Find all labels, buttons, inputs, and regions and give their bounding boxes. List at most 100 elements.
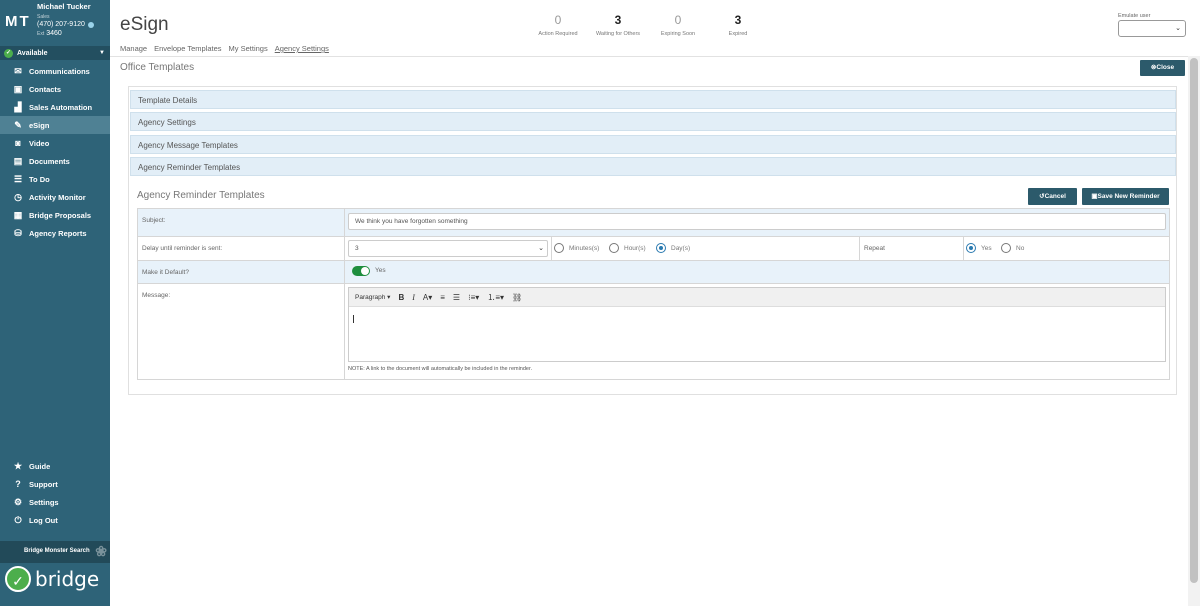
- phone-status-icon: [87, 21, 94, 28]
- document-box-icon: ▤: [13, 155, 23, 166]
- octopus-icon: ❀: [95, 543, 107, 559]
- cancel-button-label: Cancel: [1044, 193, 1066, 200]
- message-editor[interactable]: Paragraph ▾ B I A▾ ≡ ☰ ⁝≡▾ ⒈≡▾ ⛓: [348, 287, 1166, 362]
- subnav-agency-settings[interactable]: Agency Settings: [275, 44, 329, 53]
- radio-days[interactable]: Day(s): [656, 243, 690, 253]
- sidebar-item-label: To Do: [29, 174, 50, 184]
- accordion-template-details[interactable]: Template Details: [130, 90, 1176, 109]
- page-title: Office Templates: [120, 62, 195, 73]
- header-divider: [110, 56, 1188, 57]
- app-title: eSign: [120, 14, 169, 35]
- envelope-stats: 0 Action Required 3 Waiting for Others 0 Ex…: [528, 13, 768, 37]
- text-cursor: [353, 315, 354, 323]
- table-icon: ▦: [13, 209, 23, 220]
- user-card[interactable]: MT Michael Tucker Sales (470) 207-9120 E…: [0, 0, 110, 46]
- stat-waiting-for-others[interactable]: 3 Waiting for Others: [588, 13, 648, 37]
- stat-expired[interactable]: 3 Expired: [708, 13, 768, 37]
- delay-select[interactable]: 3 ⌄: [348, 240, 548, 257]
- bridge-logo: ✓ bridge: [5, 566, 99, 592]
- radio-hours[interactable]: Hour(s): [609, 243, 646, 253]
- scrollbar-thumb[interactable]: [1190, 58, 1198, 583]
- sidebar-item-activity-monitor[interactable]: ◷ Activity Monitor: [0, 188, 110, 206]
- subject-input[interactable]: We think you have forgotten something: [348, 213, 1166, 230]
- close-button[interactable]: ⊗Close: [1140, 60, 1185, 76]
- text-color-icon[interactable]: A▾: [423, 293, 432, 302]
- stat-value: 0: [674, 13, 682, 27]
- numbered-list-icon[interactable]: ⒈≡▾: [487, 292, 504, 303]
- default-toggle[interactable]: [352, 266, 370, 276]
- emulate-user-select[interactable]: ⌄: [1118, 20, 1186, 37]
- bullet-list-icon[interactable]: ⁝≡▾: [468, 293, 479, 302]
- message-row: Message: Paragraph ▾ B I A▾ ≡ ☰ ⁝≡▾ ⒈≡▾ …: [138, 284, 1169, 380]
- logo-check-icon: ✓: [5, 566, 31, 592]
- radio-repeat-no[interactable]: No: [1001, 243, 1024, 253]
- sidebar-item-label: Agency Reports: [29, 228, 87, 238]
- sidebar-item-label: Settings: [29, 497, 59, 507]
- sidebar-item-to-do[interactable]: ☰ To Do: [0, 170, 110, 188]
- cell-divider: [859, 237, 860, 260]
- format-dropdown[interactable]: Paragraph ▾: [355, 293, 390, 301]
- sidebar-item-label: Contacts: [29, 84, 62, 94]
- list-icon: ☰: [13, 173, 23, 184]
- sidebar-item-label: Support: [29, 479, 58, 489]
- subject-label: Subject:: [138, 209, 345, 236]
- bold-icon[interactable]: B: [398, 293, 404, 302]
- subnav-manage[interactable]: Manage: [120, 44, 147, 53]
- subnav-envelope-templates[interactable]: Envelope Templates: [154, 44, 221, 53]
- scrollbar[interactable]: [1188, 56, 1200, 606]
- accordion-agency-message-templates[interactable]: Agency Message Templates: [130, 135, 1176, 154]
- subnav: Manage Envelope Templates My Settings Ag…: [120, 44, 329, 53]
- sidebar-item-documents[interactable]: ▤ Documents: [0, 152, 110, 170]
- sidebar-item-settings[interactable]: ⚙ Settings: [0, 493, 110, 511]
- accordion-agency-settings[interactable]: Agency Settings: [130, 112, 1176, 131]
- sidebar-item-label: Bridge Proposals: [29, 210, 92, 220]
- accordion-agency-reminder-templates[interactable]: Agency Reminder Templates: [130, 157, 1176, 176]
- sidebar-item-label: eSign: [29, 120, 50, 130]
- cancel-button[interactable]: ↺Cancel: [1028, 188, 1077, 205]
- availability-dropdown[interactable]: ✓ Available ▼: [0, 46, 110, 60]
- radio-minutes[interactable]: Minutes(s): [554, 243, 599, 253]
- save-new-reminder-button[interactable]: ▣Save New Reminder: [1082, 188, 1169, 205]
- radio-label: Yes: [981, 244, 992, 252]
- align-left-icon[interactable]: ≡: [440, 293, 445, 302]
- radio-label: Minutes(s): [569, 244, 600, 252]
- sidebar-item-label: Sales Automation: [29, 102, 93, 112]
- italic-icon[interactable]: I: [412, 293, 415, 302]
- sidebar: MT Michael Tucker Sales (470) 207-9120 E…: [0, 0, 110, 606]
- repeat-label: Repeat: [864, 245, 885, 252]
- camera-icon: ◙: [15, 138, 21, 148]
- stat-value: 3: [734, 13, 742, 27]
- link-icon[interactable]: ⛓: [512, 293, 522, 302]
- sidebar-item-label: Log Out: [29, 515, 58, 525]
- availability-label: Available: [17, 49, 48, 57]
- sidebar-item-support[interactable]: ? Support: [0, 475, 110, 493]
- envelope-icon: ✉: [14, 65, 22, 76]
- sidebar-item-bridge-proposals[interactable]: ▦ Bridge Proposals: [0, 206, 110, 224]
- delay-label: Delay until reminder is sent:: [138, 237, 345, 260]
- stat-expiring-soon[interactable]: 0 Expiring Soon: [648, 13, 708, 37]
- radio-label: Hour(s): [624, 244, 646, 252]
- stat-action-required[interactable]: 0 Action Required: [528, 13, 588, 37]
- default-label: Make it Default?: [138, 261, 345, 283]
- radio-repeat-yes[interactable]: Yes: [966, 243, 992, 253]
- stat-label: Expiring Soon: [660, 31, 696, 37]
- emulate-user: Emulate user ⌄: [1118, 13, 1186, 37]
- bridge-monster-search[interactable]: Bridge Monster Search ❀: [0, 541, 110, 563]
- editor-note: NOTE: A link to the document will automa…: [348, 366, 533, 372]
- star-icon: ★: [13, 460, 23, 471]
- monster-search-label: Bridge Monster Search: [24, 548, 90, 554]
- sidebar-item-sales-automation[interactable]: ▟ Sales Automation: [0, 98, 110, 116]
- subnav-my-settings[interactable]: My Settings: [229, 44, 268, 53]
- editor-toolbar: Paragraph ▾ B I A▾ ≡ ☰ ⁝≡▾ ⒈≡▾ ⛓: [349, 288, 1165, 307]
- sidebar-item-log-out[interactable]: ⏻ Log Out: [0, 511, 110, 529]
- sidebar-item-guide[interactable]: ★ Guide: [0, 457, 110, 475]
- chevron-down-icon: ⌄: [538, 245, 544, 252]
- sidebar-item-agency-reports[interactable]: ⛁ Agency Reports: [0, 224, 110, 242]
- sidebar-item-communications[interactable]: ✉ Communications: [0, 62, 110, 80]
- emulate-user-label: Emulate user: [1118, 13, 1151, 19]
- align-center-icon[interactable]: ☰: [453, 293, 460, 302]
- sidebar-item-esign[interactable]: ✎ eSign: [0, 116, 110, 134]
- database-icon: ⛁: [14, 227, 22, 238]
- sidebar-item-contacts[interactable]: ▣ Contacts: [0, 80, 110, 98]
- sidebar-item-video[interactable]: ◙ Video: [0, 134, 110, 152]
